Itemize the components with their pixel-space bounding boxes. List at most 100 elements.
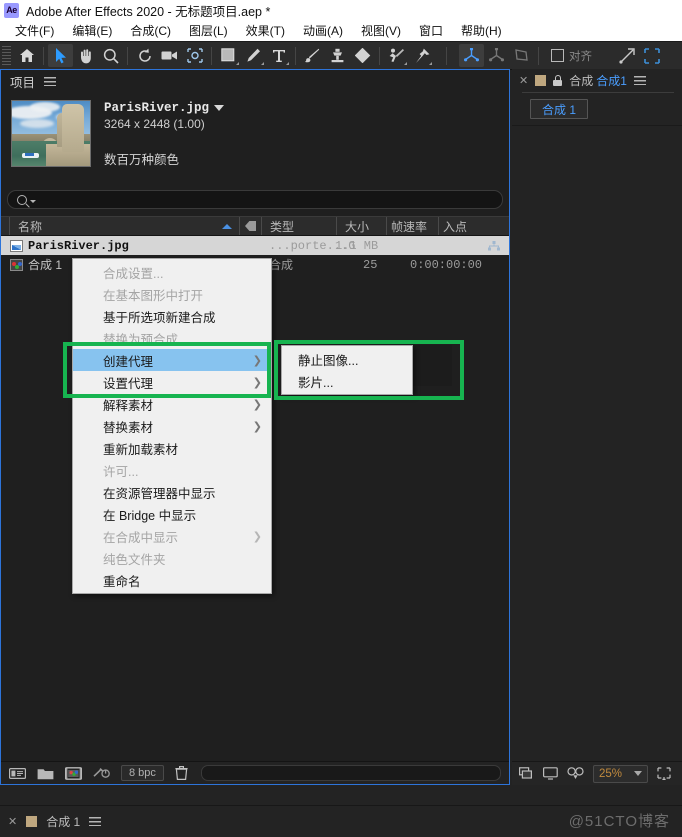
timeline-tab-group: ✕ 合成 1 — [0, 806, 512, 837]
menu-item-new-comp-from-selection[interactable]: 基于所选项新建合成 — [73, 305, 271, 327]
menu-item-replace-with-precomposition[interactable]: 替换为预合成 — [73, 327, 271, 349]
timeline-color-swatch-icon — [26, 816, 38, 827]
column-label[interactable] — [239, 217, 261, 235]
menu-layer[interactable]: 图层(L) — [180, 22, 237, 39]
menu-item-solid-footage-folder[interactable]: 纯色文件夹 — [73, 547, 271, 569]
table-row[interactable]: ParisRiver.jpg ...porte...G 1.1 MB — [1, 236, 509, 255]
monitor-icon[interactable] — [543, 767, 558, 780]
toolbar-separator — [295, 46, 296, 65]
pen-tool-icon[interactable] — [241, 44, 266, 67]
composition-tab-label[interactable]: 合成 合成1 — [569, 72, 627, 89]
menu-item-open-in-essential-graphics[interactable]: 在基本图形中打开 — [73, 283, 271, 305]
brush-tool-icon[interactable] — [300, 44, 325, 67]
panel-menu-icon[interactable] — [44, 76, 57, 86]
lock-icon[interactable] — [553, 74, 563, 86]
toolbar-separator — [43, 46, 44, 65]
submenu-item-movie[interactable]: 影片... — [282, 370, 412, 392]
project-settings-icon[interactable] — [93, 767, 110, 780]
render-queue-icon[interactable] — [519, 767, 534, 780]
composition-chip[interactable]: 合成 1 — [530, 99, 589, 119]
menu-item-license[interactable]: 许可... — [73, 459, 271, 481]
menu-animation[interactable]: 动画(A) — [294, 22, 352, 39]
sort-ascending-icon[interactable] — [222, 223, 232, 229]
column-inpoint-label: 入点 — [443, 219, 468, 234]
menu-item-replace-footage[interactable]: 替换素材 ❯ — [73, 415, 271, 437]
zoom-level-value: 25% — [599, 767, 623, 780]
hand-tool-icon[interactable] — [73, 44, 98, 67]
align-square-icon — [551, 49, 564, 62]
menu-item-interpret-footage[interactable]: 解释素材 ❯ — [73, 393, 271, 415]
chevron-down-icon[interactable] — [214, 105, 225, 111]
bit-depth-label: 8 bpc — [129, 767, 156, 779]
menu-effect[interactable]: 效果(T) — [237, 22, 294, 39]
view-axis-icon[interactable] — [509, 44, 534, 67]
tool-bar: 对齐 — [0, 41, 682, 70]
local-axis-icon[interactable] — [484, 44, 509, 67]
toolbar-separator — [211, 46, 212, 65]
align-button[interactable]: 对齐 — [543, 48, 600, 64]
new-folder-icon[interactable] — [37, 767, 54, 780]
roto-brush-tool-icon[interactable] — [384, 44, 409, 67]
column-name[interactable]: 名称 — [9, 217, 239, 235]
project-footer-field[interactable] — [200, 765, 501, 781]
menu-view[interactable]: 视图(V) — [352, 22, 410, 39]
menu-help[interactable]: 帮助(H) — [452, 22, 511, 39]
delete-icon[interactable] — [175, 766, 188, 780]
row-name: ParisRiver.jpg — [28, 238, 129, 253]
preview-filename: ParisRiver.jpg — [104, 101, 210, 115]
menu-item-composition-settings[interactable]: 合成设置... — [73, 261, 271, 283]
panel-menu-icon[interactable] — [633, 75, 646, 85]
camera-tool-icon[interactable] — [157, 44, 182, 67]
zoom-tool-icon[interactable] — [98, 44, 123, 67]
pan-behind-tool-icon[interactable] — [182, 44, 207, 67]
column-size[interactable]: 大小 — [336, 217, 386, 235]
menu-bar: 文件(F) 编辑(E) 合成(C) 图层(L) 效果(T) 动画(A) 视图(V… — [0, 20, 682, 41]
submenu-shadow-panel — [411, 345, 452, 386]
clone-stamp-tool-icon[interactable] — [325, 44, 350, 67]
shape-tool-icon[interactable] — [216, 44, 241, 67]
column-framerate[interactable]: 帧速率 — [386, 217, 438, 235]
new-composition-icon[interactable] — [65, 766, 82, 780]
type-tool-icon[interactable] — [266, 44, 291, 67]
region-of-interest-icon[interactable] — [657, 766, 673, 781]
search-dropdown-icon[interactable] — [30, 200, 36, 203]
menu-item-rename[interactable]: 重命名 — [73, 569, 271, 591]
chevron-down-icon — [634, 771, 643, 776]
menu-item-create-proxy[interactable]: 创建代理 ❯ — [73, 349, 271, 371]
app-logo-text: Ae — [6, 5, 17, 15]
menu-window[interactable]: 窗口 — [410, 22, 452, 39]
toolbar-separator — [127, 46, 128, 65]
puppet-pin-tool-icon[interactable] — [409, 44, 434, 67]
zoom-level-select[interactable]: 25% — [593, 764, 649, 783]
menu-item-reveal-in-explorer[interactable]: 在资源管理器中显示 — [73, 481, 271, 503]
eraser-tool-icon[interactable] — [350, 44, 375, 67]
menu-file[interactable]: 文件(F) — [6, 22, 63, 39]
interpret-footage-icon[interactable] — [9, 767, 26, 780]
menu-item-reveal-in-composition[interactable]: 在合成中显示 ❯ — [73, 525, 271, 547]
composition-viewer[interactable] — [512, 125, 682, 762]
universal-axis-icon[interactable] — [459, 44, 484, 67]
toolbar-grip[interactable] — [2, 46, 11, 65]
snapping-icon[interactable] — [614, 44, 639, 67]
3d-glasses-icon[interactable] — [567, 767, 584, 780]
menu-composition[interactable]: 合成(C) — [121, 22, 180, 39]
project-panel-title: 项目 — [10, 75, 36, 90]
search-input[interactable] — [7, 190, 503, 209]
menu-item-set-proxy[interactable]: 设置代理 ❯ — [73, 371, 271, 393]
selection-tool-icon[interactable] — [48, 44, 73, 67]
column-inpoint[interactable]: 入点 — [438, 217, 502, 235]
menu-item-reload-footage[interactable]: 重新加载素材 — [73, 437, 271, 459]
menu-edit[interactable]: 编辑(E) — [63, 22, 121, 39]
menu-item-reveal-in-bridge[interactable]: 在 Bridge 中显示 — [73, 503, 271, 525]
home-icon[interactable] — [14, 44, 39, 67]
close-icon[interactable]: ✕ — [8, 815, 17, 828]
close-icon[interactable]: ✕ — [519, 74, 528, 87]
rotation-tool-icon[interactable] — [132, 44, 157, 67]
submenu-item-still-image[interactable]: 静止图像... — [282, 348, 412, 370]
column-type[interactable]: 类型 — [261, 217, 336, 235]
panel-menu-icon[interactable] — [89, 817, 102, 826]
timeline-tab-label[interactable]: 合成 1 — [46, 813, 80, 830]
transform-box-icon[interactable] — [639, 44, 664, 67]
composition-tab-prefix: 合成 — [569, 73, 594, 88]
bit-depth-button[interactable]: 8 bpc — [121, 765, 164, 781]
